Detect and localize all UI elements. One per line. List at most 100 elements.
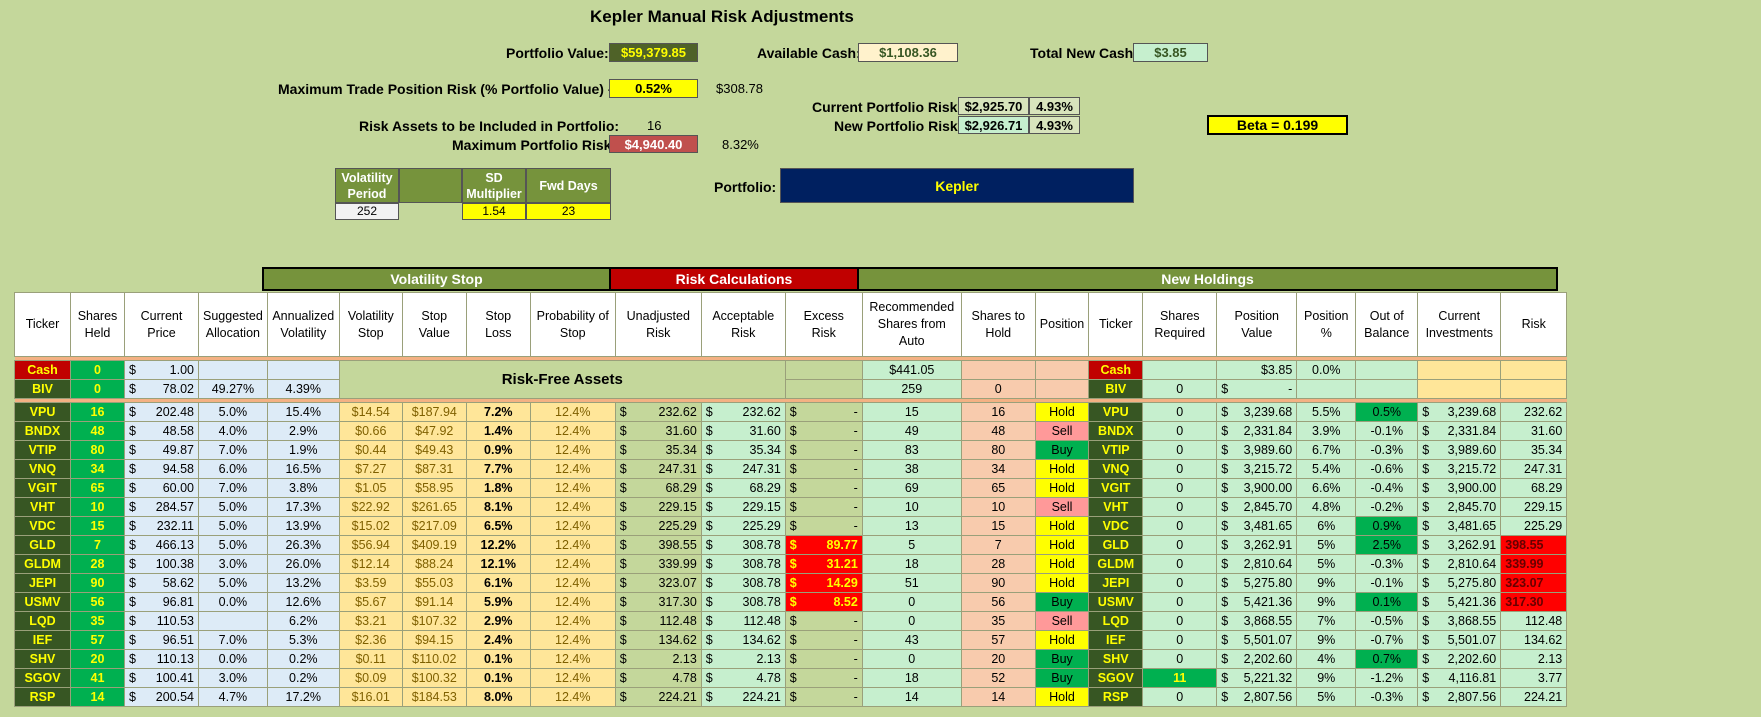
shares-to-hold-cell[interactable]: 35 — [960, 611, 1036, 631]
ticker-cell[interactable]: VHT — [14, 497, 71, 517]
risk-cell: 134.62 — [1500, 630, 1568, 650]
stop-value-cell: $184.53 — [401, 687, 467, 707]
price-cell: $100.41 — [124, 668, 199, 688]
available-cash[interactable]: $1,108.36 — [858, 43, 958, 62]
shares-to-hold-cell[interactable]: 34 — [960, 459, 1036, 479]
unadjusted-risk-cell: $134.62 — [614, 630, 702, 650]
risk-assets-label: Risk Assets to be Included in Portfolio: — [359, 118, 620, 134]
allocation-cell: 5.0% — [198, 497, 268, 517]
oob-cell: -0.1% — [1355, 573, 1419, 593]
ticker-cell[interactable]: VDC — [14, 516, 71, 536]
ticker-cell[interactable]: SHV — [14, 649, 71, 669]
risk-cell: 112.48 — [1500, 611, 1568, 631]
unadjusted-risk-cell: $229.15 — [614, 497, 702, 517]
price-cell: $78.02 — [124, 379, 199, 399]
risk-cell: 68.29 — [1500, 478, 1568, 498]
allocation-cell: 7.0% — [198, 478, 268, 498]
probability-cell: 12.4% — [529, 668, 616, 688]
volatility-cell: 3.8% — [266, 478, 340, 498]
probability-cell: 12.4% — [529, 459, 616, 479]
shares-to-hold-cell[interactable]: 16 — [960, 402, 1036, 422]
ticker2-cell: GLD — [1088, 535, 1144, 555]
position-value-cell: $3,868.55 — [1216, 611, 1298, 631]
ticker-cell[interactable]: BNDX — [14, 421, 71, 441]
portfolio-name[interactable]: Kepler — [780, 168, 1134, 203]
fwd-days-input[interactable]: 23 — [526, 203, 611, 220]
acceptable-risk-cell: $308.78 — [700, 592, 786, 612]
ticker-cell[interactable]: JEPI — [14, 573, 71, 593]
current-portfolio-risk-pct: 4.93% — [1029, 97, 1080, 115]
shares-to-hold-cell[interactable]: 90 — [960, 573, 1036, 593]
shares-required-cell: 0 — [1142, 687, 1218, 707]
allocation-cell: 6.0% — [198, 459, 268, 479]
position-pct-cell: 9% — [1296, 592, 1357, 612]
ticker-cell[interactable]: BIV — [14, 379, 71, 399]
position-cell — [1034, 360, 1090, 380]
ticker-cell[interactable]: Cash — [14, 360, 71, 380]
shares-required-cell: 0 — [1142, 478, 1218, 498]
stop-value-cell: $87.31 — [401, 459, 467, 479]
ticker-cell[interactable]: GLDM — [14, 554, 71, 574]
biv-row: BIV 0 $78.02 49.27% 4.39% 259 0 BIV 0 $ - — [14, 379, 1568, 399]
shares-to-hold-cell[interactable]: 80 — [960, 440, 1036, 460]
acceptable-risk-cell: $225.29 — [700, 516, 786, 536]
total-new-cash[interactable]: $3.85 — [1133, 43, 1208, 62]
shares-to-hold-cell: 0 — [960, 379, 1036, 399]
ticker2-cell: VNQ — [1088, 459, 1144, 479]
volatility-stop-cell: $3.59 — [338, 573, 403, 593]
column-header: Ticker — [1088, 292, 1144, 357]
shares-to-hold-cell[interactable]: 57 — [960, 630, 1036, 650]
shares-to-hold-cell[interactable]: 15 — [960, 516, 1036, 536]
price-cell: $232.11 — [124, 516, 199, 536]
ticker2-cell: GLDM — [1088, 554, 1144, 574]
stop-value-cell: $110.02 — [401, 649, 467, 669]
portfolio-value[interactable]: $59,379.85 — [609, 43, 698, 62]
ticker-cell[interactable]: VPU — [14, 402, 71, 422]
stop-value-cell: $94.15 — [401, 630, 467, 650]
page-title: Kepler Manual Risk Adjustments — [590, 7, 854, 26]
ticker-cell[interactable]: VNQ — [14, 459, 71, 479]
ticker-cell[interactable]: SGOV — [14, 668, 71, 688]
allocation-cell: 4.7% — [198, 687, 268, 707]
volatility-stop-cell: $0.09 — [338, 668, 403, 688]
max-trade-risk-pct[interactable]: 0.52% — [609, 79, 698, 98]
column-header: Unadjusted Risk — [614, 292, 702, 357]
current-inv-cell: $4,116.81 — [1417, 668, 1502, 688]
price-cell: $100.38 — [124, 554, 199, 574]
shares-to-hold-cell[interactable]: 10 — [960, 497, 1036, 517]
position-value-cell: $3,215.72 — [1216, 459, 1298, 479]
shares-to-hold-cell[interactable]: 65 — [960, 478, 1036, 498]
ticker-cell[interactable]: VTIP — [14, 440, 71, 460]
ticker-cell[interactable]: IEF — [14, 630, 71, 650]
table-row: SGOV 41 $100.41 3.0% 0.2% $0.09 $100.32 0.1% 12.… — [14, 668, 1568, 688]
ticker-cell[interactable]: LQD — [14, 611, 71, 631]
ticker-cell[interactable]: VGIT — [14, 478, 71, 498]
shares-to-hold-cell[interactable]: 28 — [960, 554, 1036, 574]
column-header: Acceptable Risk — [700, 292, 786, 357]
ticker-cell[interactable]: USMV — [14, 592, 71, 612]
ticker-cell[interactable]: GLD — [14, 535, 71, 555]
volatility-stop-cell: $16.01 — [338, 687, 403, 707]
shares-to-hold-cell[interactable]: 52 — [960, 668, 1036, 688]
column-header: Ticker — [14, 292, 71, 357]
shares-to-hold-cell[interactable]: 14 — [960, 687, 1036, 707]
volatility-params: Volatility Period SD Multiplier Fwd Days… — [335, 168, 611, 221]
ticker2-cell: Cash — [1088, 360, 1144, 380]
sd-multiplier-input[interactable]: 1.54 — [462, 203, 526, 220]
position-pct-cell: 5% — [1296, 687, 1357, 707]
shares-to-hold-cell[interactable]: 56 — [960, 592, 1036, 612]
vol-period-input[interactable]: 252 — [335, 203, 399, 220]
shares-to-hold-cell[interactable]: 20 — [960, 649, 1036, 669]
shares-to-hold-cell[interactable]: 48 — [960, 421, 1036, 441]
stop-loss-cell: 0.9% — [465, 440, 531, 460]
risk-cell: 2.13 — [1500, 649, 1568, 669]
oob-cell: -0.5% — [1355, 611, 1419, 631]
stop-value-cell: $217.09 — [401, 516, 467, 536]
position-cell: Buy — [1034, 649, 1090, 669]
ticker-cell[interactable]: RSP — [14, 687, 71, 707]
current-inv-cell: $3,900.00 — [1417, 478, 1502, 498]
shares-to-hold-cell[interactable]: 7 — [960, 535, 1036, 555]
max-portfolio-risk-label: Maximum Portfolio Risk: — [452, 137, 617, 153]
column-header: Position — [1034, 292, 1090, 357]
recommended-cell: 14 — [861, 687, 962, 707]
